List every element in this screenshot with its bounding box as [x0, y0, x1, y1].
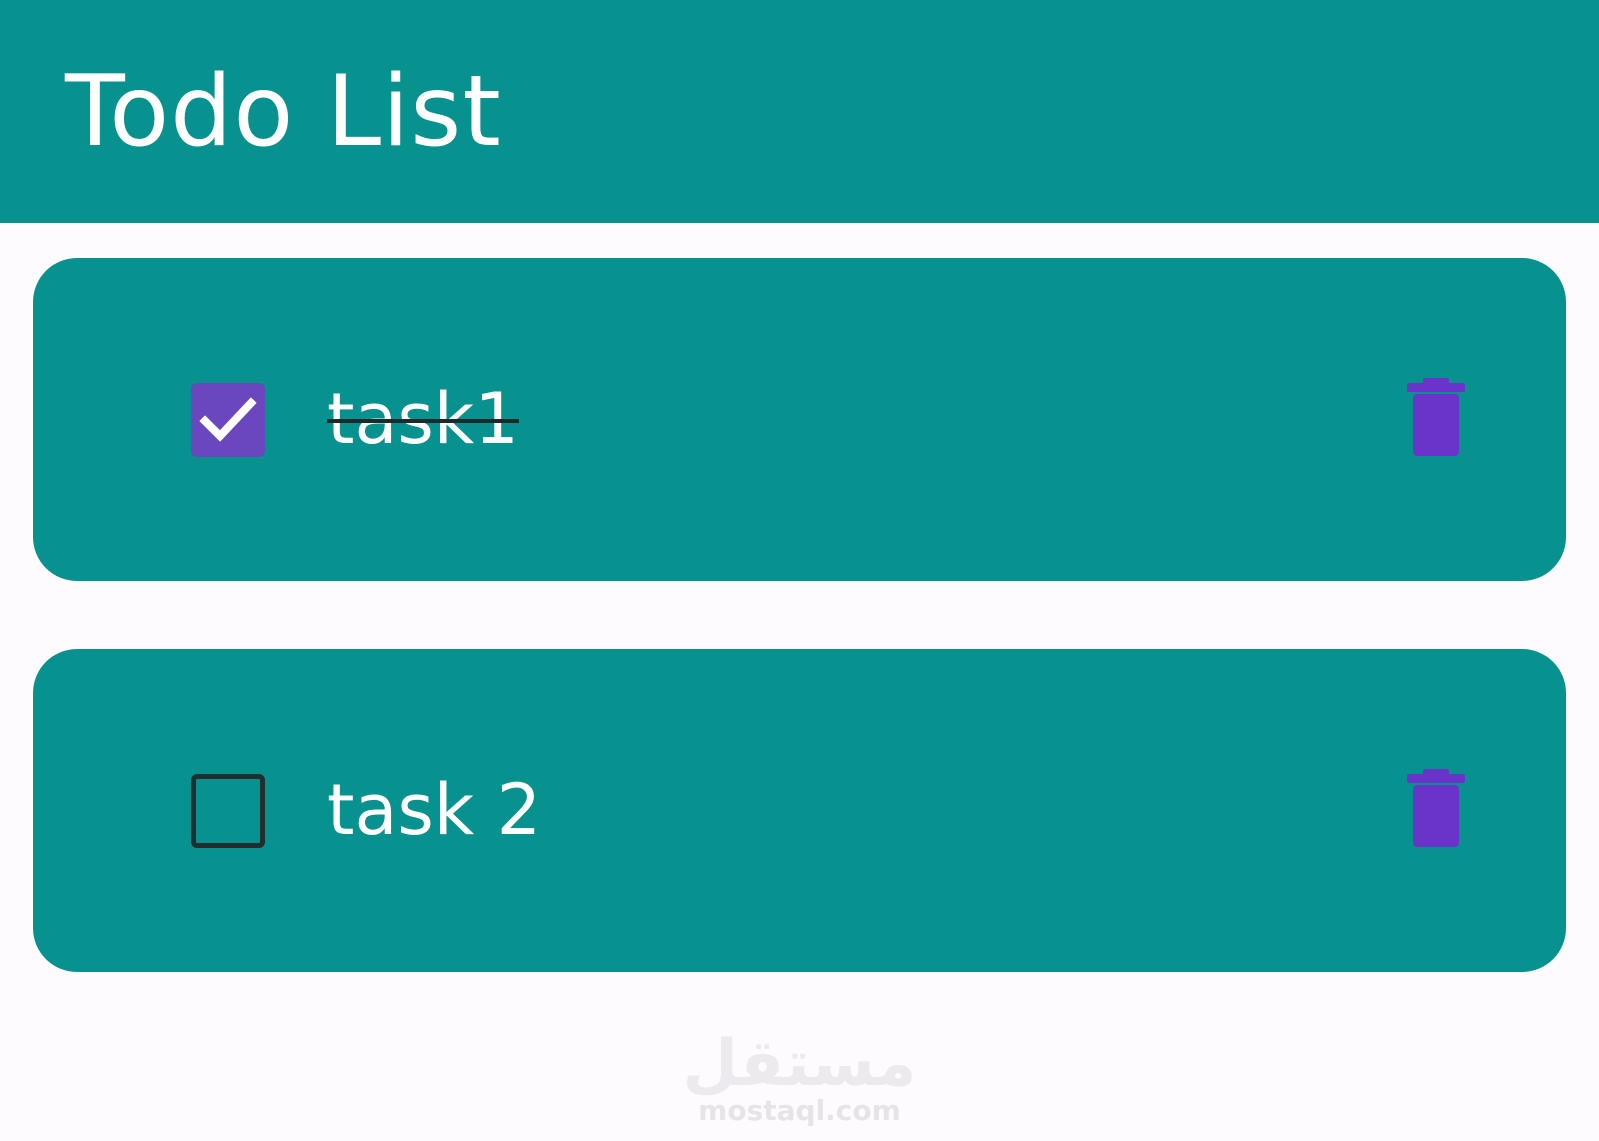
app-bar: Todo List	[0, 0, 1599, 223]
watermark-url: mostaql.com	[698, 1094, 901, 1127]
delete-button[interactable]	[1403, 769, 1469, 849]
trash-icon	[1407, 378, 1465, 456]
todo-item: task 2	[33, 649, 1566, 972]
app-title: Todo List	[65, 55, 502, 169]
trash-icon	[1407, 769, 1465, 847]
task-checkbox-checked[interactable]	[191, 383, 265, 457]
todo-item: task1	[33, 258, 1566, 581]
task-label: task 2	[327, 769, 542, 851]
delete-button[interactable]	[1403, 378, 1469, 458]
checkmark-icon	[199, 397, 257, 442]
watermark: مستقل mostaql.com	[0, 1030, 1599, 1128]
task-checkbox-unchecked[interactable]	[191, 774, 265, 848]
watermark-logo: مستقل	[682, 1027, 917, 1101]
task-label: task1	[327, 378, 519, 460]
